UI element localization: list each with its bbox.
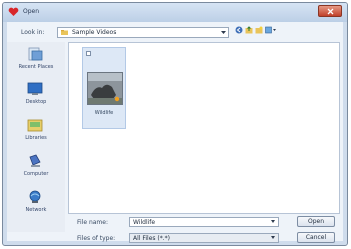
new-folder-icon[interactable] bbox=[255, 26, 263, 36]
place-recent-places[interactable]: Recent Places bbox=[7, 45, 65, 79]
view-menu-icon[interactable] bbox=[265, 26, 276, 36]
file-type-dropdown[interactable]: All Files (*.*) bbox=[129, 233, 279, 243]
back-arrow-icon[interactable] bbox=[235, 26, 243, 36]
chevron-down-icon bbox=[271, 236, 275, 239]
dialog-body: Look in: Sample Videos Recent Places Des… bbox=[7, 22, 343, 243]
place-label: Network bbox=[25, 207, 47, 213]
place-label: Libraries bbox=[25, 135, 47, 141]
look-in-label: Look in: bbox=[21, 29, 45, 36]
up-folder-icon[interactable] bbox=[245, 26, 253, 36]
file-type-label: Files of type: bbox=[77, 235, 116, 242]
place-network[interactable]: Network bbox=[7, 188, 65, 222]
video-thumbnail bbox=[87, 72, 123, 105]
look-in-dropdown[interactable]: Sample Videos bbox=[57, 27, 229, 38]
dialog-title: Open bbox=[23, 8, 40, 15]
open-file-dialog: Open Look in: Sample Videos Recent Place… bbox=[2, 2, 348, 246]
open-button[interactable]: Open bbox=[297, 216, 335, 227]
place-libraries[interactable]: Libraries bbox=[7, 116, 65, 150]
network-icon bbox=[29, 190, 41, 203]
libraries-icon bbox=[27, 119, 43, 132]
computer-icon bbox=[29, 154, 41, 167]
file-item-wildlife[interactable]: Wildlife bbox=[82, 47, 126, 129]
item-checkbox[interactable] bbox=[86, 51, 91, 56]
file-list[interactable]: Wildlife bbox=[68, 42, 340, 214]
file-name-value: Wildlife bbox=[133, 219, 156, 226]
place-label: Recent Places bbox=[18, 64, 54, 70]
recent-places-icon bbox=[28, 47, 43, 61]
heart-app-icon bbox=[8, 7, 19, 16]
file-name: Wildlife bbox=[94, 110, 114, 116]
file-type-value: All Files (*.*) bbox=[133, 235, 171, 242]
folder-icon bbox=[61, 30, 68, 35]
place-desktop[interactable]: Desktop bbox=[7, 80, 65, 114]
place-computer[interactable]: Computer bbox=[7, 152, 65, 186]
desktop-icon bbox=[27, 82, 43, 95]
close-icon bbox=[327, 8, 334, 15]
look-in-value: Sample Videos bbox=[72, 29, 117, 36]
chevron-down-icon bbox=[221, 31, 226, 34]
chevron-down-icon bbox=[271, 220, 275, 223]
look-in-row: Look in: Sample Videos bbox=[7, 22, 343, 42]
close-button[interactable] bbox=[318, 5, 342, 17]
place-label: Desktop bbox=[25, 99, 47, 105]
file-name-label: File name: bbox=[77, 219, 108, 226]
file-name-input[interactable]: Wildlife bbox=[129, 217, 279, 227]
place-label: Computer bbox=[23, 171, 49, 177]
cancel-button[interactable]: Cancel bbox=[297, 232, 335, 243]
places-bar: Recent Places Desktop Libraries Computer… bbox=[7, 42, 65, 232]
title-bar: Open bbox=[3, 3, 347, 22]
